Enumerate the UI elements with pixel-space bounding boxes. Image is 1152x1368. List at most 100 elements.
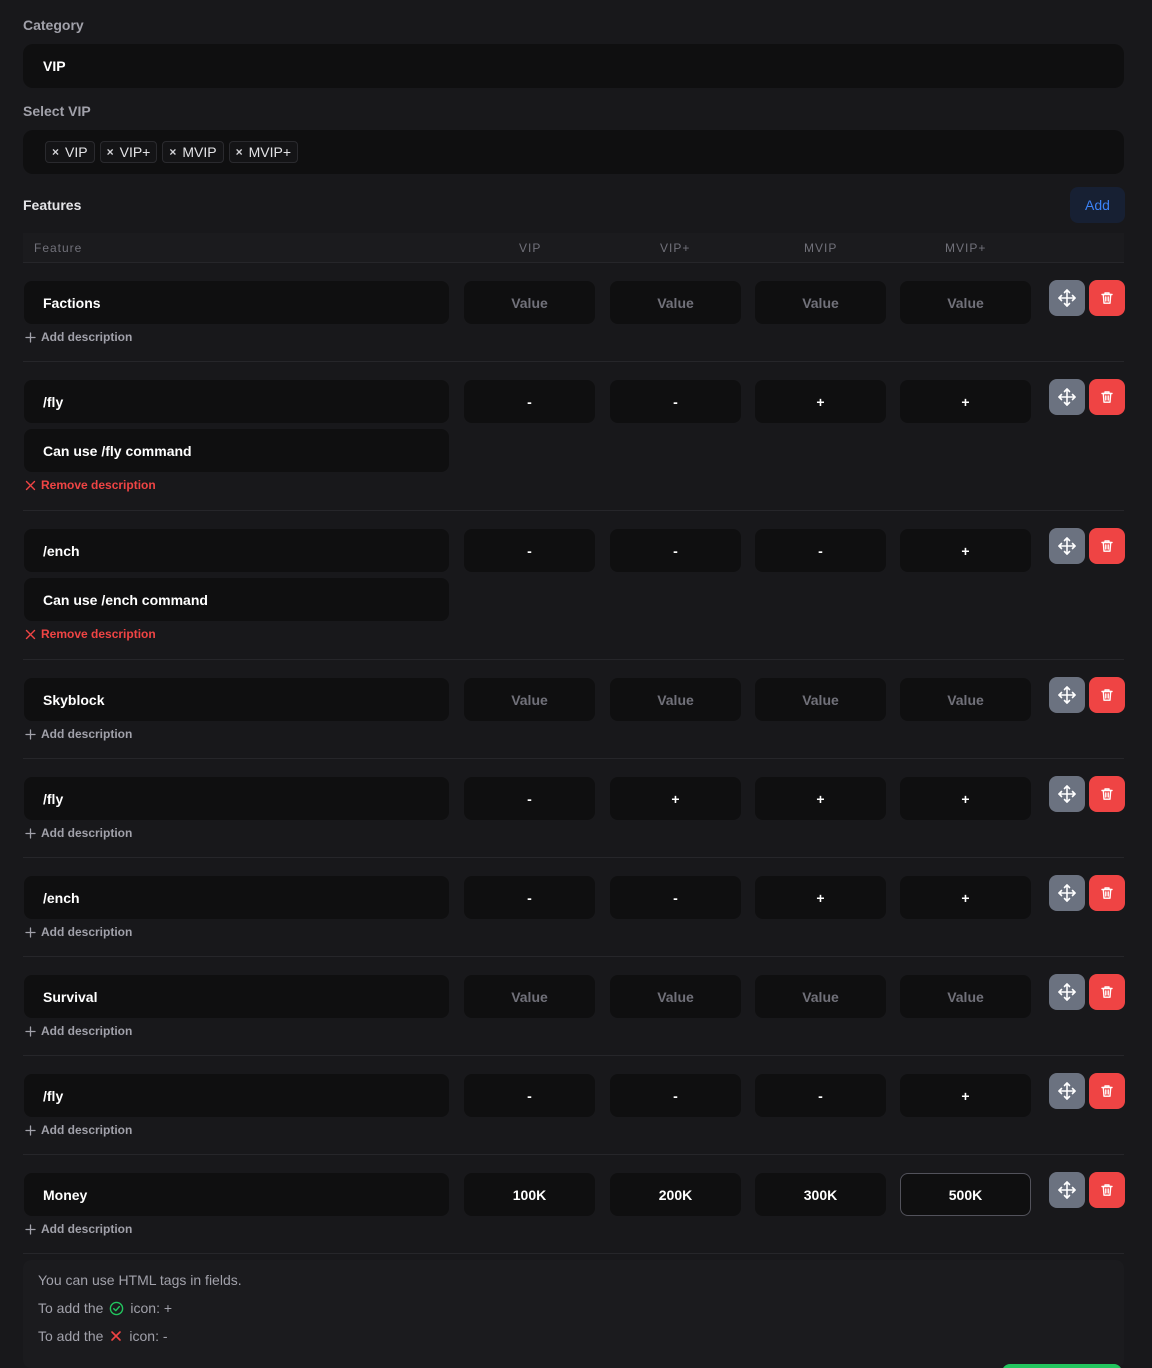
delete-button[interactable] bbox=[1089, 875, 1125, 911]
feature-description-input[interactable]: Can use /fly command bbox=[24, 429, 449, 472]
move-button[interactable] bbox=[1049, 1172, 1085, 1208]
save-button[interactable] bbox=[1002, 1364, 1122, 1368]
value-input-vip-plus[interactable]: 200K bbox=[610, 1173, 741, 1216]
move-button[interactable] bbox=[1049, 1073, 1085, 1109]
delete-button[interactable] bbox=[1089, 1073, 1125, 1109]
delete-button[interactable] bbox=[1089, 677, 1125, 713]
value-input-vip-plus[interactable]: Value bbox=[610, 281, 741, 324]
remove-tag-icon[interactable]: × bbox=[107, 145, 114, 159]
add-description-link[interactable]: Add description bbox=[25, 925, 132, 939]
value-input-mvip[interactable]: + bbox=[755, 876, 886, 919]
feature-name-input[interactable]: Skyblock bbox=[24, 678, 449, 721]
value-input-mvip-plus[interactable]: + bbox=[900, 380, 1031, 423]
value-input-vip[interactable]: - bbox=[464, 777, 595, 820]
delete-button[interactable] bbox=[1089, 776, 1125, 812]
value-input-vip[interactable]: - bbox=[464, 380, 595, 423]
move-button[interactable] bbox=[1049, 528, 1085, 564]
remove-tag-icon[interactable]: × bbox=[52, 145, 59, 159]
value-input-vip-plus[interactable]: Value bbox=[610, 678, 741, 721]
add-description-link[interactable]: Add description bbox=[25, 1123, 132, 1137]
value-input-vip[interactable]: - bbox=[464, 1074, 595, 1117]
add-description-link[interactable]: Add description bbox=[25, 1222, 132, 1236]
feature-name-input[interactable]: /fly bbox=[24, 777, 449, 820]
value-input-vip[interactable]: 100K bbox=[464, 1173, 595, 1216]
feature-description-input[interactable]: Can use /ench command bbox=[24, 578, 449, 621]
feature-name-input[interactable]: Money bbox=[24, 1173, 449, 1216]
value-input-mvip[interactable]: - bbox=[755, 529, 886, 572]
vip-tag: × VIP+ bbox=[99, 141, 158, 163]
value-input-mvip-plus[interactable]: Value bbox=[900, 678, 1031, 721]
column-header-vip-plus: VIP+ bbox=[660, 241, 691, 255]
value-input-vip-plus[interactable]: - bbox=[610, 1074, 741, 1117]
category-input[interactable]: VIP bbox=[23, 44, 1124, 88]
add-description-link[interactable]: Add description bbox=[25, 330, 132, 344]
select-vip-input[interactable]: × VIP × VIP+ × MVIP × MVIP+ bbox=[23, 130, 1124, 174]
value-input-mvip-plus[interactable]: + bbox=[900, 1074, 1031, 1117]
help-box: You can use HTML tags in fields. To add … bbox=[23, 1260, 1124, 1368]
value-input-mvip[interactable]: - bbox=[755, 1074, 886, 1117]
value-input-mvip[interactable]: + bbox=[755, 777, 886, 820]
remove-tag-icon[interactable]: × bbox=[169, 145, 176, 159]
value-input-mvip[interactable]: Value bbox=[755, 975, 886, 1018]
feature-name-input[interactable]: /ench bbox=[24, 529, 449, 572]
value-input-mvip-plus[interactable]: Value bbox=[900, 281, 1031, 324]
value-input-vip[interactable]: Value bbox=[464, 281, 595, 324]
value-input-vip-plus[interactable]: - bbox=[610, 529, 741, 572]
move-button[interactable] bbox=[1049, 379, 1085, 415]
delete-button[interactable] bbox=[1089, 1172, 1125, 1208]
trash-icon bbox=[1100, 1084, 1114, 1098]
add-description-label: Add description bbox=[41, 1123, 133, 1137]
trash-icon bbox=[1100, 985, 1114, 999]
feature-name-input[interactable]: /fly bbox=[24, 380, 449, 423]
vip-tag: × VIP bbox=[45, 141, 95, 163]
vip-tag-label: MVIP bbox=[182, 144, 217, 160]
move-button[interactable] bbox=[1049, 280, 1085, 316]
value-input-vip[interactable]: Value bbox=[464, 678, 595, 721]
vip-tag: × MVIP+ bbox=[228, 141, 299, 163]
trash-icon bbox=[1100, 539, 1114, 553]
value-input-vip-plus[interactable]: - bbox=[610, 876, 741, 919]
plus-icon bbox=[25, 827, 36, 839]
add-description-label: Add description bbox=[41, 330, 133, 344]
value-input-vip[interactable]: Value bbox=[464, 975, 595, 1018]
value-input-vip-plus[interactable]: + bbox=[610, 777, 741, 820]
add-description-link[interactable]: Add description bbox=[25, 727, 132, 741]
delete-button[interactable] bbox=[1089, 974, 1125, 1010]
remove-description-link[interactable]: Remove description bbox=[25, 627, 156, 641]
add-feature-button[interactable]: Add bbox=[1070, 187, 1125, 223]
value-input-mvip[interactable]: 300K bbox=[755, 1173, 886, 1216]
value-input-mvip-plus[interactable]: + bbox=[900, 876, 1031, 919]
move-button[interactable] bbox=[1049, 875, 1085, 911]
remove-tag-icon[interactable]: × bbox=[236, 145, 243, 159]
delete-button[interactable] bbox=[1089, 280, 1125, 316]
value-input-mvip-plus[interactable]: + bbox=[900, 777, 1031, 820]
move-button[interactable] bbox=[1049, 677, 1085, 713]
value-input-mvip[interactable]: Value bbox=[755, 678, 886, 721]
feature-name-input[interactable]: /fly bbox=[24, 1074, 449, 1117]
move-icon bbox=[1057, 536, 1077, 556]
move-button[interactable] bbox=[1049, 776, 1085, 812]
feature-name-input[interactable]: Factions bbox=[24, 281, 449, 324]
value-input-mvip[interactable]: Value bbox=[755, 281, 886, 324]
help-line-check: To add the icon: + bbox=[38, 1300, 172, 1316]
value-input-vip-plus[interactable]: Value bbox=[610, 975, 741, 1018]
value-input-vip-plus[interactable]: - bbox=[610, 380, 741, 423]
feature-name-input[interactable]: /ench bbox=[24, 876, 449, 919]
value-input-mvip[interactable]: + bbox=[755, 380, 886, 423]
value-input-mvip-plus[interactable]: + bbox=[900, 529, 1031, 572]
help-text-check-prefix: To add the bbox=[38, 1300, 104, 1316]
add-description-link[interactable]: Add description bbox=[25, 826, 132, 840]
feature-row: Factions Value Value Value Value Add descript… bbox=[23, 263, 1125, 362]
add-description-link[interactable]: Add description bbox=[25, 1024, 132, 1038]
value-input-vip[interactable]: - bbox=[464, 529, 595, 572]
remove-description-link[interactable]: Remove description bbox=[25, 478, 156, 492]
selected-tags: × VIP × VIP+ × MVIP × MVIP+ bbox=[23, 141, 299, 163]
move-button[interactable] bbox=[1049, 974, 1085, 1010]
value-input-vip[interactable]: - bbox=[464, 876, 595, 919]
delete-button[interactable] bbox=[1089, 528, 1125, 564]
remove-description-label: Remove description bbox=[41, 627, 156, 641]
delete-button[interactable] bbox=[1089, 379, 1125, 415]
value-input-mvip-plus[interactable]: Value bbox=[900, 975, 1031, 1018]
feature-name-input[interactable]: Survival bbox=[24, 975, 449, 1018]
value-input-mvip-plus[interactable]: 500K bbox=[900, 1173, 1031, 1216]
